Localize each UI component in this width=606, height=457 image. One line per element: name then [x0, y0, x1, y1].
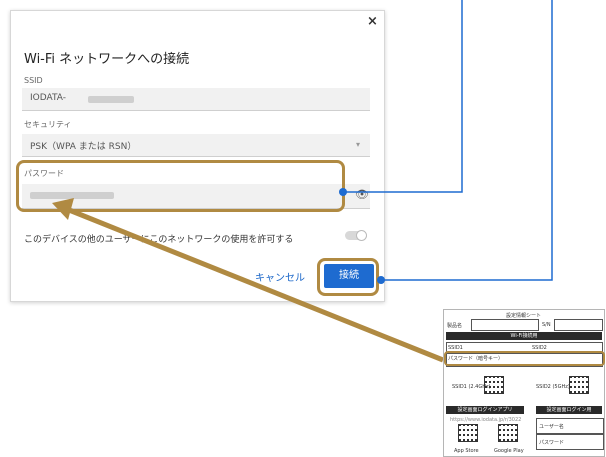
app-header: 設定画面ログインアプリ [446, 406, 524, 414]
sheet-title: 設定情報シート [506, 313, 542, 319]
card-password-label: パスワード [539, 440, 565, 446]
app-store-qr [458, 424, 478, 442]
sheet-password-highlight [444, 351, 605, 366]
app-store-label: App Store [454, 448, 479, 454]
ssid2-note: SSID2 (5GHz) [536, 384, 570, 390]
pointer-arrowhead [52, 198, 74, 220]
google-play-qr [498, 424, 518, 442]
serial-box [554, 319, 603, 331]
ssid2-qr [569, 376, 589, 394]
product-label: 製品名 [447, 323, 463, 329]
wifi-header: Wi-Fi接続用 [446, 332, 602, 340]
connect-connector-line [382, 0, 553, 281]
password-connector-dot [339, 188, 347, 196]
ssid1-note: SSID1 (2.4GHz) [452, 384, 491, 390]
password-connector-line [345, 0, 463, 193]
settings-info-sheet: 設定情報シート 製品名 S/N Wi-Fi接続用 SSID1 SSID2 パスワ… [443, 309, 605, 457]
login-header: 設定画面ログイン用 [536, 406, 602, 414]
google-play-label: Google Play [494, 448, 524, 454]
app-url: https://www.iodata.jp/r/3022 [450, 417, 522, 423]
connect-connector-dot [377, 276, 385, 284]
product-box [471, 319, 539, 331]
serial-label: S/N [542, 322, 551, 328]
pointer-arrow-line [63, 205, 444, 363]
user-label: ユーザー名 [539, 424, 564, 430]
